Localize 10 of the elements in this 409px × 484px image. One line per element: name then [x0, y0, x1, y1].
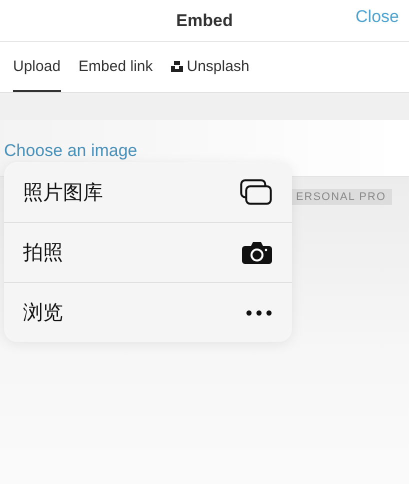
- menu-item[interactable]: 拍照: [4, 222, 292, 282]
- plan-badge: ERSONAL PRO: [290, 189, 392, 205]
- tab[interactable]: Unsplash: [170, 42, 250, 92]
- menu-item[interactable]: 浏览: [4, 282, 292, 342]
- photo-stack-icon: [240, 179, 272, 205]
- window-title: Embed: [176, 10, 233, 30]
- camera-icon: [242, 242, 272, 264]
- tab[interactable]: Embed link: [78, 42, 153, 92]
- menu-item[interactable]: 照片图库: [4, 162, 292, 222]
- more-icon: [246, 310, 272, 316]
